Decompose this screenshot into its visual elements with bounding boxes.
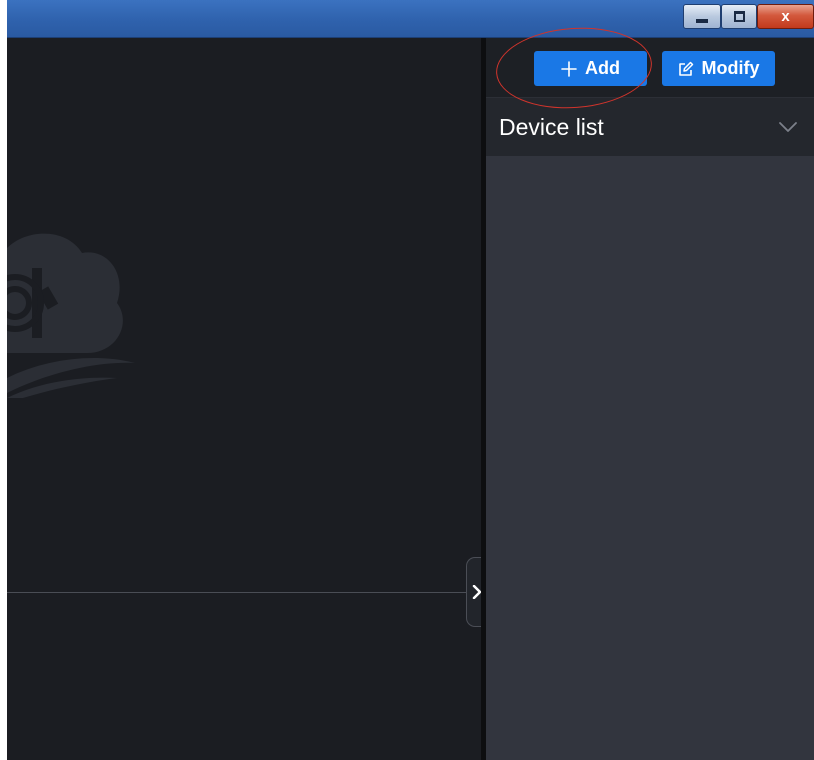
device-list-header[interactable]: Device list	[486, 98, 814, 156]
device-list-title: Device list	[499, 114, 604, 140]
modify-button-label: Modify	[701, 58, 760, 78]
device-list[interactable]	[486, 156, 814, 760]
edit-icon	[678, 61, 693, 76]
close-button[interactable]: x	[757, 4, 814, 29]
video-viewport[interactable]	[7, 38, 481, 760]
restore-button[interactable]	[721, 4, 757, 29]
cloud-camera-icon	[7, 233, 135, 398]
minimize-button[interactable]	[683, 4, 721, 29]
viewport-split-line	[7, 592, 481, 593]
device-toolbar: Add Modify	[486, 38, 814, 98]
add-button-label: Add	[585, 58, 620, 78]
restore-icon	[733, 11, 745, 22]
close-icon: x	[781, 8, 790, 25]
device-panel: Add Modify Device list	[486, 38, 814, 760]
modify-button[interactable]: Modify	[662, 51, 775, 86]
plus-icon	[561, 60, 577, 77]
add-button[interactable]: Add	[534, 51, 647, 86]
chevron-down-icon[interactable]	[778, 120, 798, 134]
title-bar[interactable]: x	[7, 0, 814, 38]
app-window: x Add Modify Device list	[0, 0, 814, 760]
chevron-right-icon	[472, 585, 481, 599]
minimize-icon	[696, 18, 708, 23]
